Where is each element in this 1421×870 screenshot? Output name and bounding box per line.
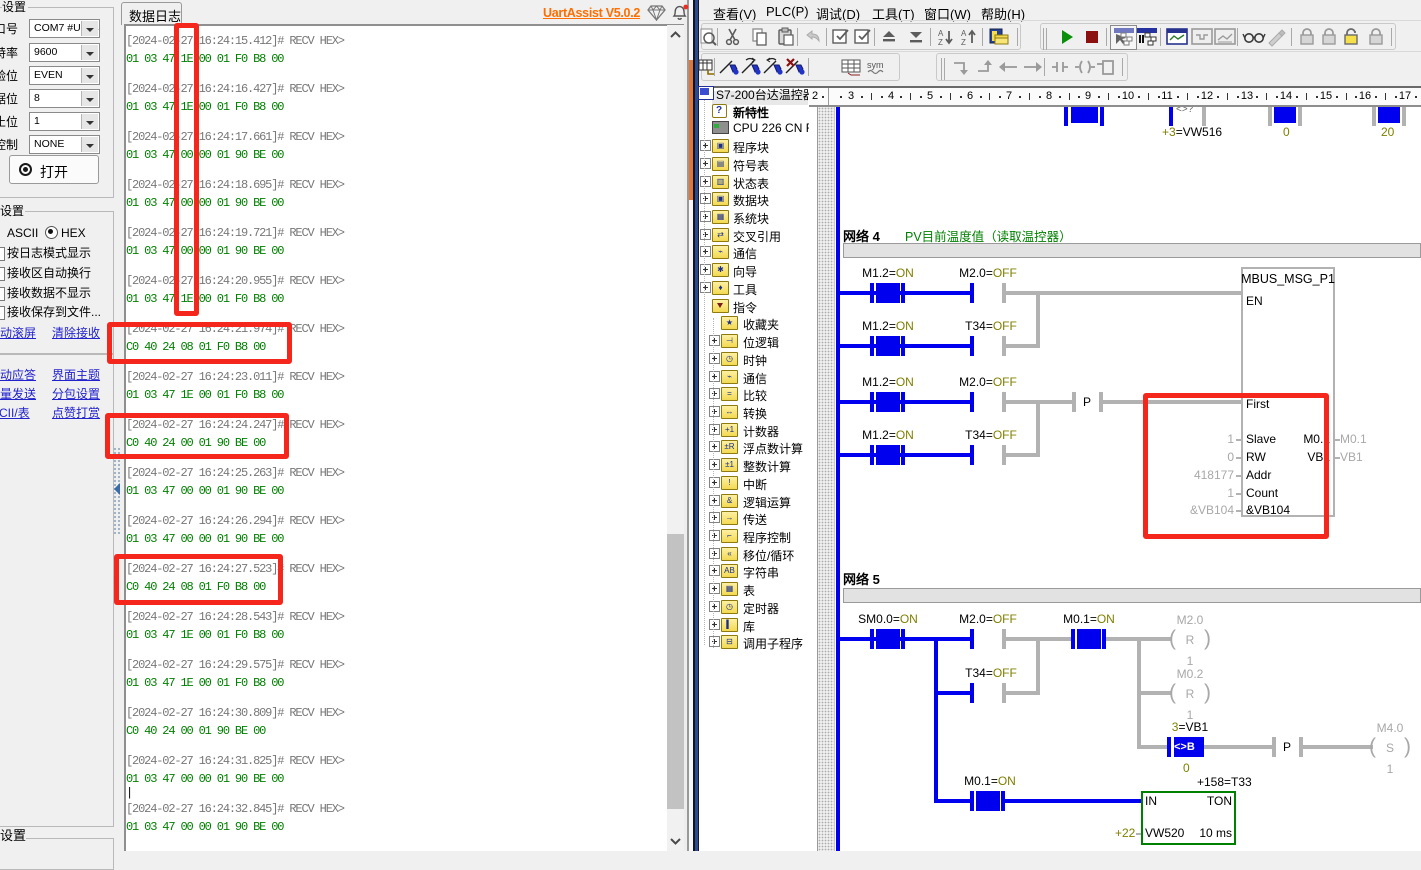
svg-text:sym: sym — [867, 60, 884, 70]
svg-text:A: A — [938, 29, 944, 38]
svg-text:Z: Z — [938, 38, 943, 47]
svg-text:Z: Z — [961, 38, 966, 47]
svg-text:A: A — [961, 29, 967, 38]
